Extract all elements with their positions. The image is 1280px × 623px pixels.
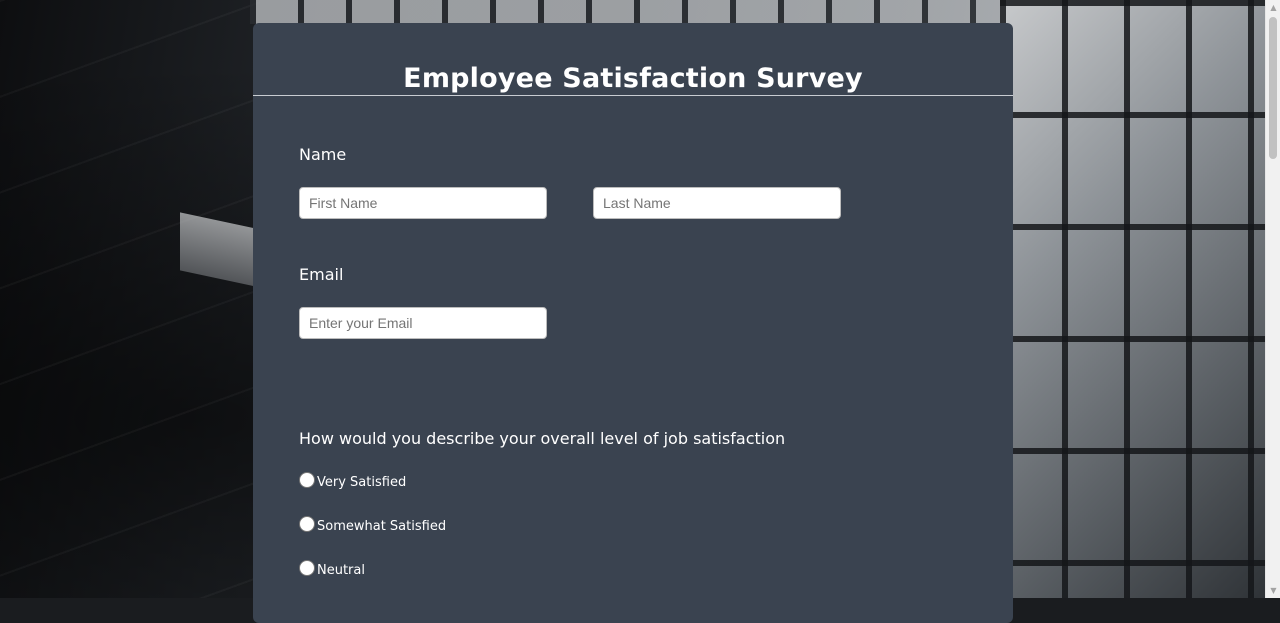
option-somewhat-satisfied[interactable]: Somewhat Satisfied — [299, 516, 447, 534]
very-satisfied-radio[interactable] — [299, 472, 315, 488]
name-label: Name — [299, 145, 347, 164]
scroll-up-icon[interactable]: ▲ — [1266, 0, 1280, 15]
background-left-panels — [0, 0, 260, 598]
option-label: Very Satisfied — [317, 475, 407, 490]
page-title: Employee Satisfaction Survey — [403, 63, 863, 94]
option-very-satisfied[interactable]: Very Satisfied — [299, 472, 407, 490]
email-label: Email — [299, 265, 344, 284]
scroll-thumb[interactable] — [1269, 17, 1277, 159]
background-right-grid — [1000, 0, 1270, 598]
option-label: Neutral — [317, 563, 365, 578]
neutral-radio[interactable] — [299, 560, 315, 576]
scroll-down-icon[interactable]: ▼ — [1266, 583, 1280, 598]
satisfaction-question: How would you describe your overall leve… — [299, 429, 786, 448]
title-divider — [253, 95, 1013, 96]
somewhat-satisfied-radio[interactable] — [299, 516, 315, 532]
last-name-input[interactable] — [593, 187, 841, 219]
email-input[interactable] — [299, 307, 547, 339]
option-neutral[interactable]: Neutral — [299, 560, 365, 578]
option-label: Somewhat Satisfied — [317, 519, 447, 534]
survey-form: Employee Satisfaction Survey Name Email … — [253, 23, 1013, 623]
first-name-input[interactable] — [299, 187, 547, 219]
vertical-scrollbar[interactable]: ▲ ▼ — [1265, 0, 1280, 598]
background-top-grid — [250, 0, 1020, 24]
